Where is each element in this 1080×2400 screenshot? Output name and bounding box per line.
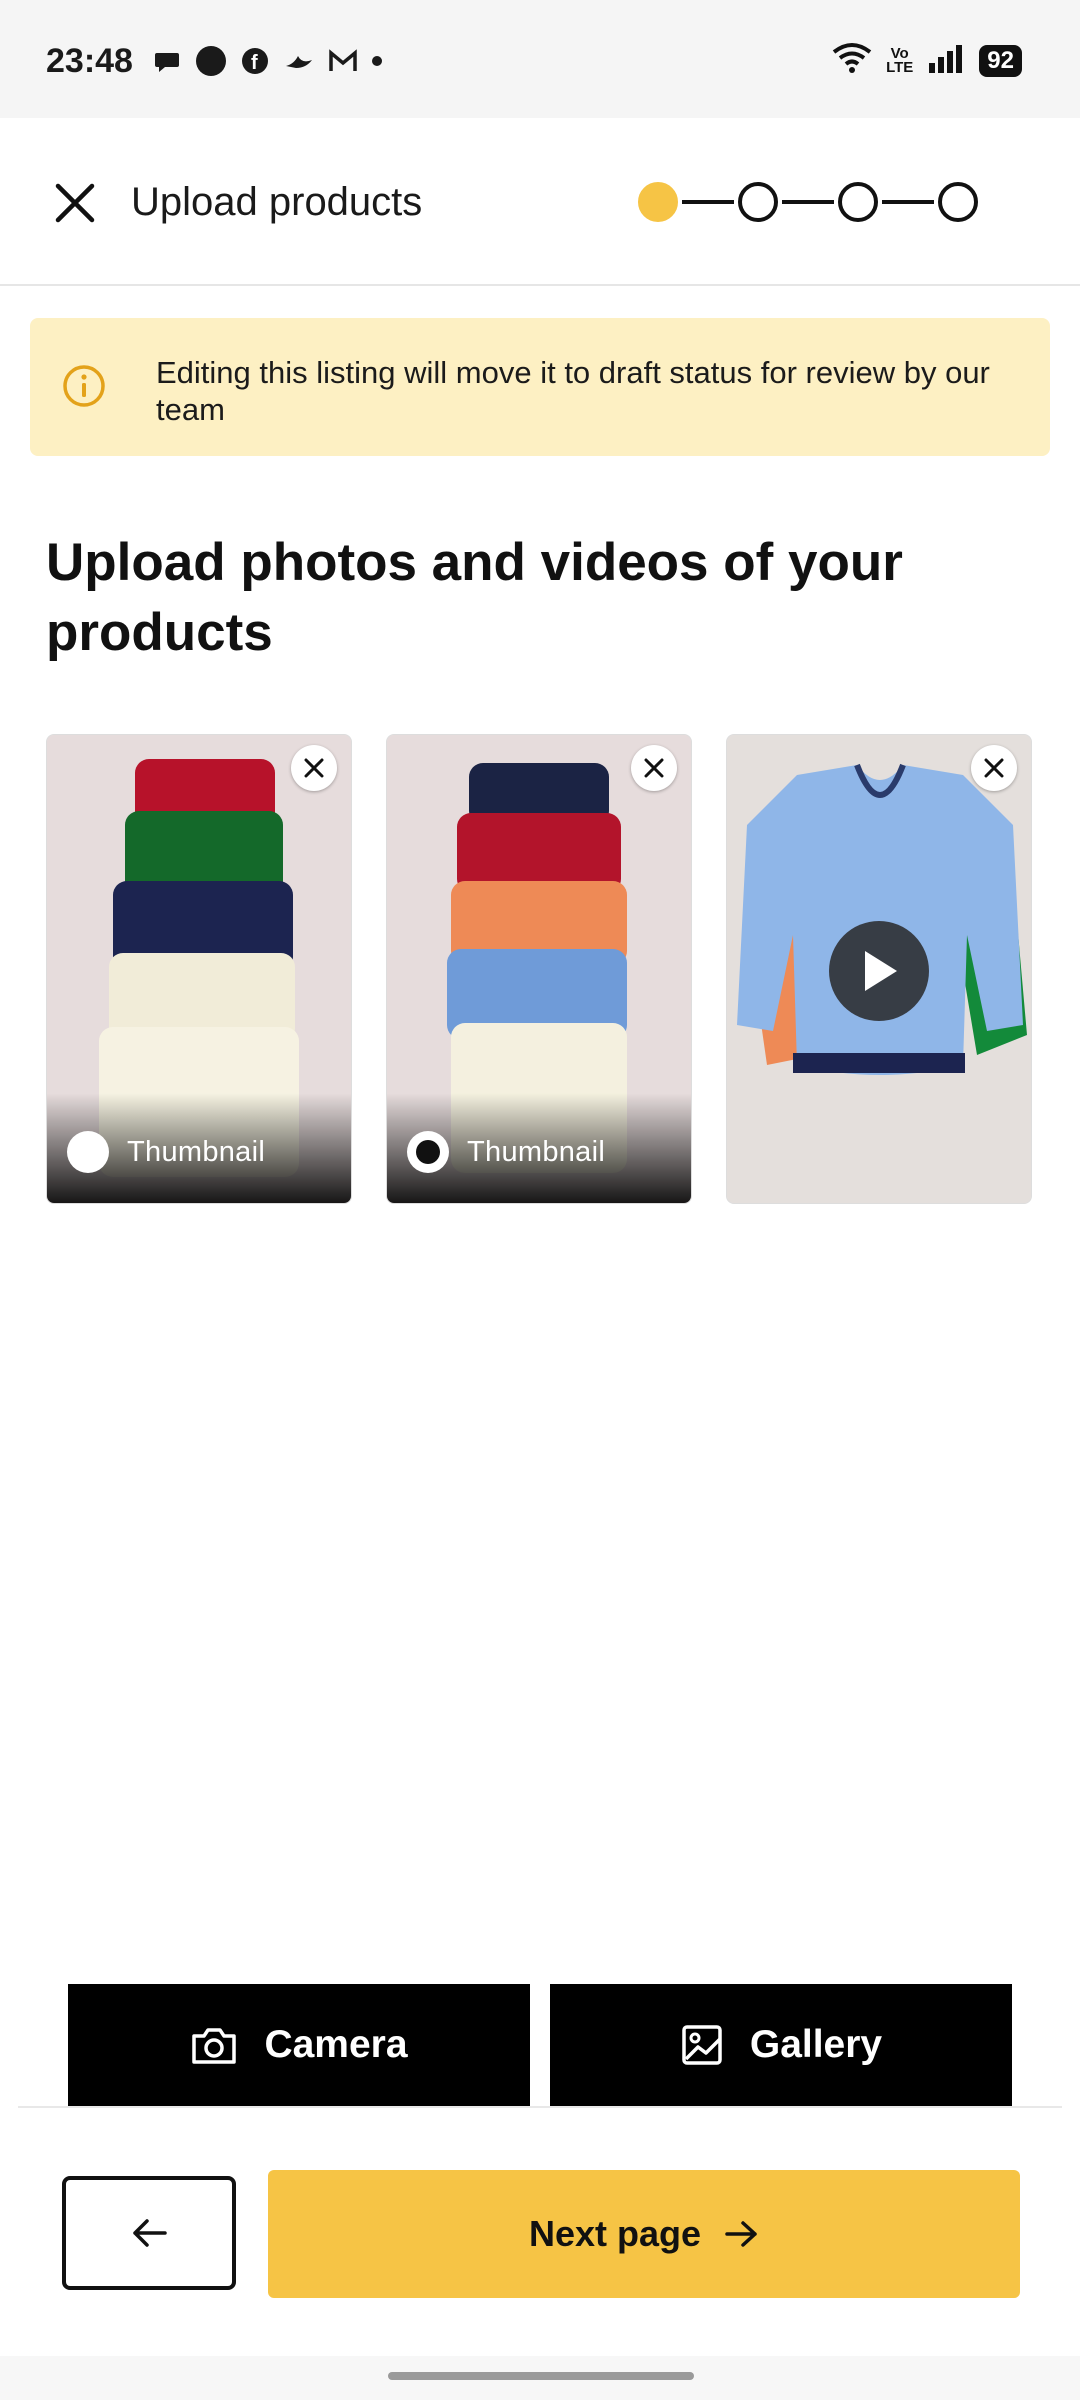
thumbnail-label: Thumbnail — [127, 1136, 266, 1168]
status-time: 23:48 — [46, 42, 133, 80]
thumbnail-label: Thumbnail — [467, 1136, 606, 1168]
step-connector — [882, 200, 934, 204]
header: Upload products — [0, 118, 1080, 286]
thumbnail-radio-selected[interactable] — [407, 1131, 449, 1173]
media-item-video[interactable] — [726, 734, 1032, 1204]
gmail-icon — [328, 46, 358, 76]
gallery-icon — [682, 2025, 722, 2065]
banner-text: Editing this listing will move it to dra… — [156, 355, 990, 427]
gallery-label: Gallery — [749, 2023, 883, 2066]
back-button[interactable] — [62, 2176, 236, 2290]
step-1-indicator — [638, 182, 678, 222]
info-icon — [63, 365, 105, 407]
camera-button[interactable]: Camera — [68, 1984, 530, 2106]
status-bar: 23:48 f Vo LTE 92 — [0, 0, 1080, 118]
navigation-handle[interactable] — [388, 2372, 694, 2380]
remove-media-button[interactable] — [631, 745, 677, 791]
footer-divider — [18, 2106, 1062, 2108]
step-3-indicator — [838, 182, 878, 222]
remove-media-button[interactable] — [971, 745, 1017, 791]
remove-media-button[interactable] — [291, 745, 337, 791]
svg-text:f: f — [251, 52, 258, 74]
progress-stepper — [638, 182, 978, 222]
close-icon — [55, 183, 95, 223]
volte-indicator: Vo LTE — [886, 44, 914, 76]
bird-icon — [284, 46, 314, 76]
step-4-indicator — [938, 182, 978, 222]
step-2-indicator — [738, 182, 778, 222]
next-page-label: Next page — [528, 2213, 702, 2254]
battery-indicator: 92 — [979, 44, 1022, 77]
draft-status-banner: Editing this listing will move it to dra… — [30, 318, 1050, 456]
media-list: Thumbnail Thumbnail — [46, 734, 1032, 1204]
signal-icon — [927, 43, 965, 78]
arrow-right-icon — [725, 2221, 757, 2247]
close-icon — [984, 758, 1004, 778]
thumbnail-radio[interactable] — [67, 1131, 109, 1173]
more-notifications-icon — [372, 56, 382, 66]
app-screen: Upload products Editing this listing wil… — [0, 118, 1080, 2356]
page-title: Upload products — [131, 180, 423, 224]
step-connector — [682, 200, 734, 204]
camera-icon — [192, 2028, 237, 2064]
media-source-buttons: Camera Gallery — [68, 1984, 1012, 2106]
gallery-button[interactable]: Gallery — [550, 1984, 1012, 2106]
arrow-left-icon — [133, 2219, 167, 2247]
wifi-icon — [832, 42, 872, 79]
media-item-photo[interactable]: Thumbnail — [46, 734, 352, 1204]
play-button[interactable] — [829, 921, 929, 1021]
notification-icons: f — [152, 46, 382, 76]
facebook-icon: f — [240, 46, 270, 76]
section-title: Upload photos and videos of your product… — [46, 533, 903, 662]
next-page-button[interactable]: Next page — [268, 2170, 1020, 2298]
close-button[interactable] — [50, 178, 100, 228]
play-icon — [865, 951, 897, 991]
system-icons: Vo LTE 92 — [832, 42, 1022, 79]
chat-bubble-icon — [152, 46, 182, 76]
circle-icon — [196, 46, 226, 76]
close-icon — [304, 758, 324, 778]
close-icon — [644, 758, 664, 778]
camera-label: Camera — [264, 2023, 408, 2066]
media-item-photo[interactable]: Thumbnail — [386, 734, 692, 1204]
step-connector — [782, 200, 834, 204]
